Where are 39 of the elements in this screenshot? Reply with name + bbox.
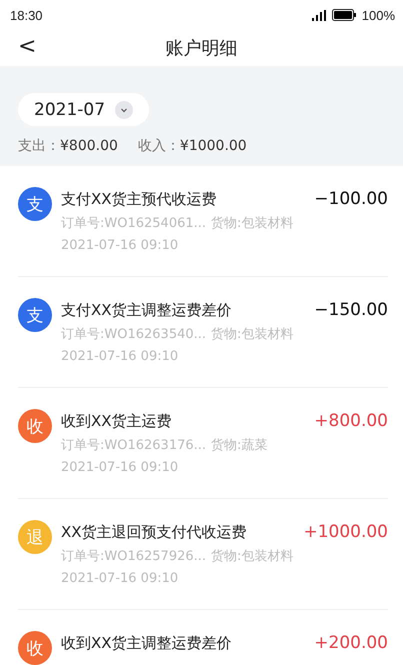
- record-amount: +200.00: [314, 632, 388, 654]
- goods-type: 货物:蔬菜: [211, 438, 268, 454]
- order-number: 订单号:WO16263176...: [61, 438, 208, 454]
- income-label: 收入：: [138, 137, 180, 155]
- goods-type: 货物:包装材料: [211, 216, 294, 232]
- expense-total: ¥800.00: [60, 137, 118, 155]
- type-badge: 退: [18, 520, 52, 554]
- type-badge: 收: [18, 631, 52, 665]
- signal-icon: [312, 10, 326, 20]
- page-title: 账户明细: [166, 37, 238, 60]
- battery-level: 100%: [362, 8, 395, 22]
- back-button[interactable]: <: [14, 34, 40, 60]
- chevron-down-icon: [115, 100, 134, 118]
- record-title: 收到XX货主调整运费差价: [61, 633, 232, 654]
- clock: 18:30: [10, 8, 43, 22]
- income-total: ¥1000.00: [180, 137, 247, 155]
- record-time: 2021-07-16 09:10: [61, 460, 178, 476]
- record-title: 支付XX货主调整运费差价: [61, 300, 232, 321]
- type-badge: 支: [18, 298, 52, 332]
- order-number: 订单号:WO16257926...: [61, 549, 208, 565]
- record-amount: −150.00: [314, 299, 388, 321]
- record-amount: +1000.00: [303, 521, 388, 543]
- battery-icon: [332, 9, 356, 21]
- type-badge: 收: [18, 409, 52, 443]
- record-title: XX货主退回预支付代收运费: [61, 522, 247, 543]
- record-time: 2021-07-16 09:10: [61, 571, 178, 587]
- record-time: 2021-07-16 09:10: [61, 349, 178, 365]
- record-amount: −100.00: [314, 188, 388, 210]
- expense-label: 支出：: [18, 137, 60, 155]
- record-time: 2021-07-16 09:10: [61, 238, 178, 254]
- record-title: 支付XX货主预代收运费: [61, 189, 217, 210]
- order-number: 订单号:WO16263540...: [61, 327, 208, 343]
- month-picker[interactable]: 2021-07: [18, 93, 150, 126]
- order-number: 订单号:WO16254061...: [61, 216, 208, 232]
- goods-type: 货物:包装材料: [211, 549, 294, 565]
- type-badge: 支: [18, 187, 52, 221]
- record-amount: +800.00: [314, 410, 388, 432]
- goods-type: 货物:包装材料: [211, 327, 294, 343]
- record-title: 收到XX货主运费: [61, 411, 172, 432]
